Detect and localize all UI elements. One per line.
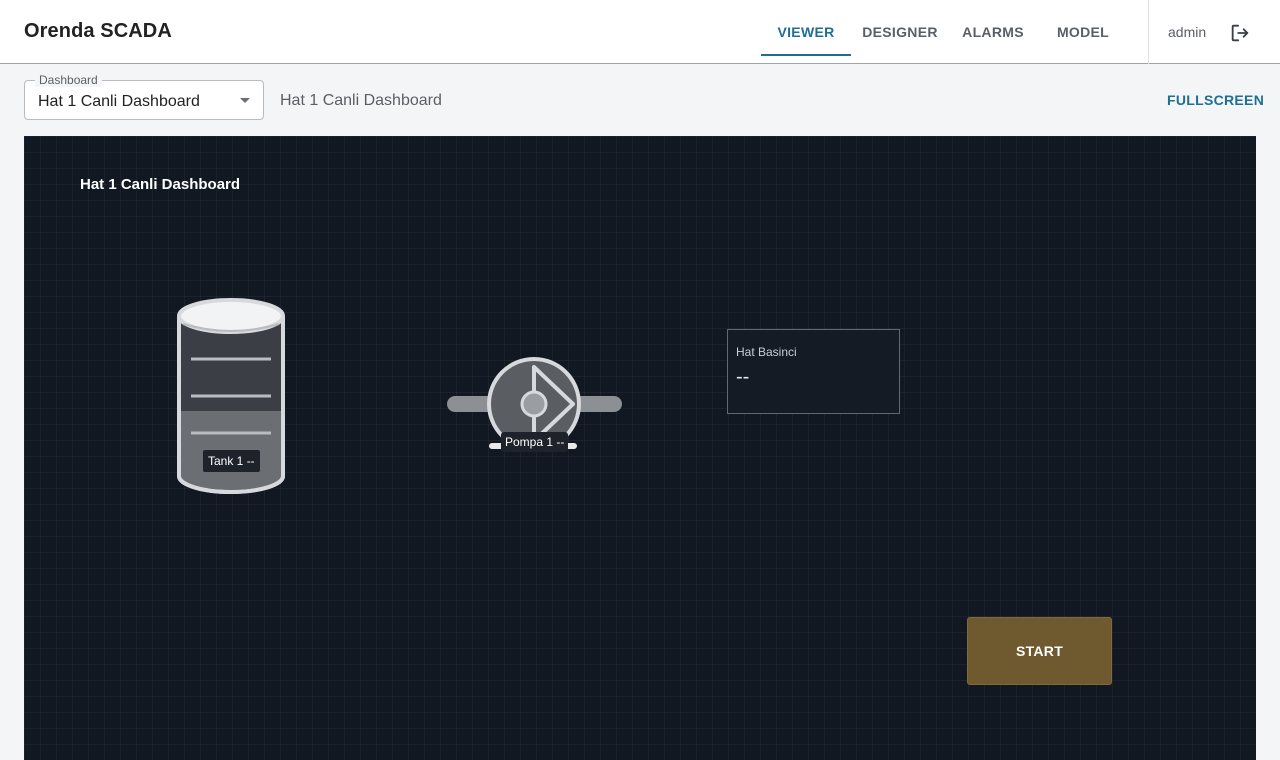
tab-designer[interactable]: DESIGNER <box>856 0 944 64</box>
dashboard-title: Hat 1 Canli Dashboard <box>280 92 442 109</box>
dashboard-select-label: Dashboard <box>35 73 102 87</box>
logout-icon[interactable] <box>1229 22 1251 44</box>
dashboard-canvas: Hat 1 Canli Dashboard Tank 1 -- Pompa 1 … <box>24 136 1256 760</box>
pressure-gauge: Hat Basinci -- <box>727 329 900 414</box>
nav-divider <box>1148 0 1149 64</box>
app-title: Orenda SCADA <box>24 20 172 42</box>
start-button[interactable]: START <box>967 617 1112 685</box>
pump-label: Pompa 1 -- <box>501 432 569 452</box>
tab-alarms[interactable]: ALARMS <box>952 0 1034 64</box>
gauge-label: Hat Basinci <box>736 345 797 359</box>
app-bar: Orenda SCADA VIEWER DESIGNER ALARMS MODE… <box>0 0 1280 64</box>
tab-viewer[interactable]: VIEWER <box>761 0 851 64</box>
username: admin <box>1168 24 1207 40</box>
tank-label: Tank 1 -- <box>203 450 260 472</box>
gauge-value: -- <box>736 366 750 388</box>
dashboard-select-value: Hat 1 Canli Dashboard <box>38 93 200 110</box>
dashboard-select[interactable]: Dashboard Hat 1 Canli Dashboard <box>24 73 264 120</box>
chevron-down-icon <box>240 98 250 103</box>
canvas-title: Hat 1 Canli Dashboard <box>80 176 241 193</box>
tab-model[interactable]: MODEL <box>1046 0 1120 64</box>
fullscreen-button[interactable]: FULLSCREEN <box>1167 92 1264 108</box>
